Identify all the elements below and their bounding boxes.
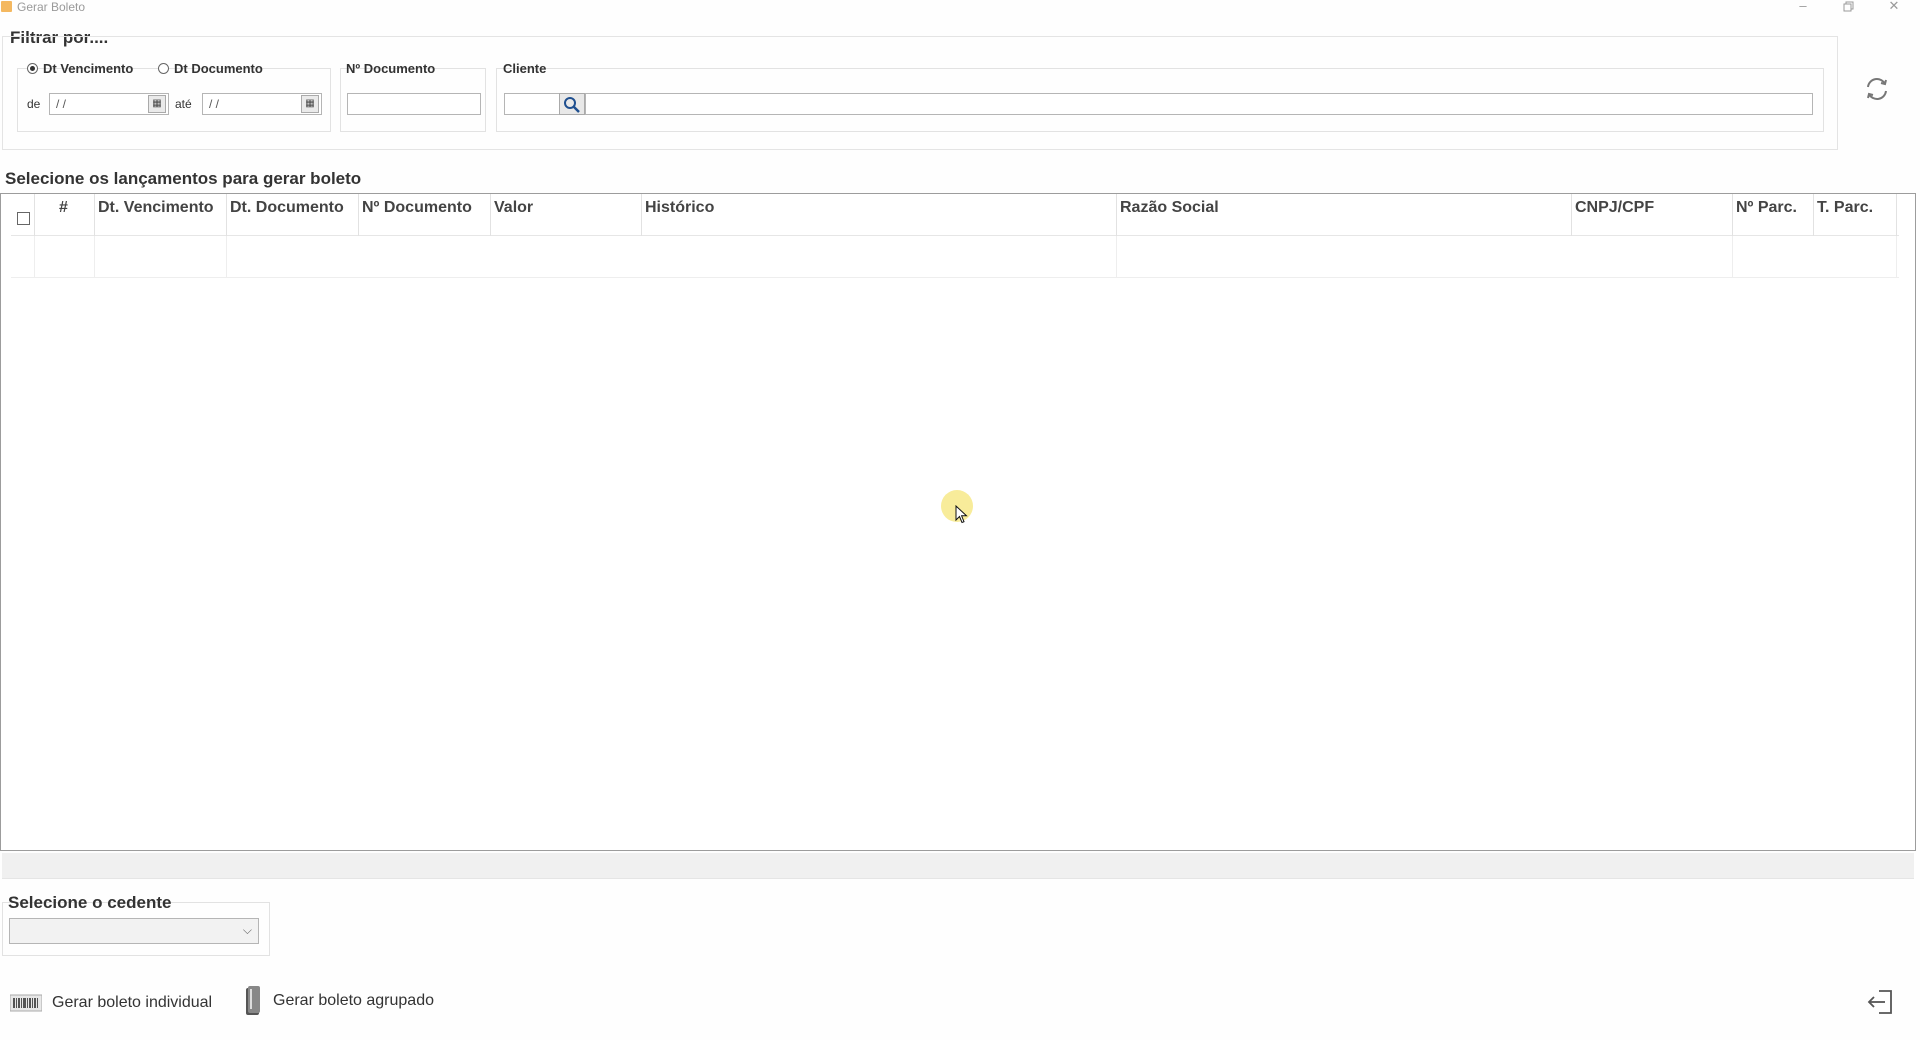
horizontal-scrollbar[interactable] <box>2 853 1914 879</box>
column-header-valor[interactable]: Valor <box>491 194 642 236</box>
close-icon[interactable]: ✕ <box>1879 0 1909 14</box>
column-header-n-parc[interactable]: Nº Parc. <box>1733 194 1814 236</box>
gerar-boleto-individual-button[interactable]: Gerar boleto individual <box>10 988 212 1018</box>
calendar-icon[interactable]: ▦ <box>148 95 166 113</box>
calendar-icon[interactable]: ▦ <box>301 95 319 113</box>
column-label: Nº Documento <box>362 199 472 216</box>
gerar-boleto-individual-label: Gerar boleto individual <box>52 994 213 1011</box>
cedente-select[interactable]: ⌵ <box>9 918 259 944</box>
column-label: Dt. Vencimento <box>98 199 214 216</box>
table-cell <box>35 236 95 278</box>
boleto-icon <box>246 986 260 1015</box>
table-cell <box>11 236 35 278</box>
app-icon <box>1 1 12 12</box>
de-label: de <box>27 97 41 111</box>
table-cell <box>1572 236 1733 278</box>
refresh-icon[interactable] <box>1862 74 1892 104</box>
radio-dt-vencimento[interactable] <box>27 63 38 74</box>
column-label: Valor <box>494 199 534 216</box>
cliente-label: Cliente <box>503 61 547 76</box>
doc-number-label: Nº Documento <box>346 61 436 76</box>
cedente-heading: Selecione o cedente <box>8 893 172 912</box>
restore-icon[interactable] <box>1834 0 1864 14</box>
cliente-code-input[interactable] <box>504 93 560 115</box>
search-icon[interactable] <box>559 93 585 115</box>
table-cell <box>1814 236 1897 278</box>
barcode-icon <box>10 994 42 1012</box>
column-label: Histórico <box>645 199 715 216</box>
column-label: # <box>59 199 68 216</box>
gerar-boleto-agrupado-button[interactable]: Gerar boleto agrupado <box>243 986 434 1016</box>
gerar-boleto-agrupado-label: Gerar boleto agrupado <box>273 992 434 1009</box>
column-header-dt-documento[interactable]: Dt. Documento <box>227 194 359 236</box>
title-bar: Gerar Boleto – ✕ <box>0 0 1920 14</box>
radio-dt-documento[interactable] <box>158 63 169 74</box>
cliente-name-input[interactable] <box>585 93 1813 115</box>
column-header-dt-vencimento[interactable]: Dt. Vencimento <box>95 194 227 236</box>
table-row[interactable] <box>11 236 1899 278</box>
window-title: Gerar Boleto <box>17 0 86 14</box>
grid-header: # Dt. Vencimento Dt. Documento Nº Docume… <box>11 194 1899 236</box>
column-header-t-parc[interactable]: T. Parc. <box>1814 194 1897 236</box>
column-label: Razão Social <box>1120 199 1219 216</box>
exit-icon[interactable] <box>1866 988 1896 1016</box>
grid-heading: Selecione os lançamentos para gerar bole… <box>5 169 362 188</box>
minimize-icon[interactable]: – <box>1788 0 1818 14</box>
radio-dt-documento-label: Dt Documento <box>174 61 263 76</box>
table-cell <box>642 236 1117 278</box>
column-header-n-documento[interactable]: Nº Documento <box>359 194 491 236</box>
doc-number-input[interactable] <box>347 93 481 115</box>
mouse-pointer-icon <box>955 505 968 524</box>
column-label: Dt. Documento <box>230 199 344 216</box>
column-label: Nº Parc. <box>1736 199 1797 216</box>
column-label: CNPJ/CPF <box>1575 199 1655 216</box>
radio-dt-vencimento-label: Dt Vencimento <box>43 61 134 76</box>
select-all-checkbox[interactable] <box>17 212 30 225</box>
column-header-cnpj-cpf[interactable]: CNPJ/CPF <box>1572 194 1733 236</box>
chevron-down-icon: ⌵ <box>242 923 252 937</box>
column-label: T. Parc. <box>1817 199 1874 216</box>
column-header-razao-social[interactable]: Razão Social <box>1117 194 1572 236</box>
ate-label: até <box>175 97 192 111</box>
column-header-number[interactable]: # <box>35 194 95 236</box>
table-cell <box>95 236 227 278</box>
column-header-historico[interactable]: Histórico <box>642 194 1117 236</box>
